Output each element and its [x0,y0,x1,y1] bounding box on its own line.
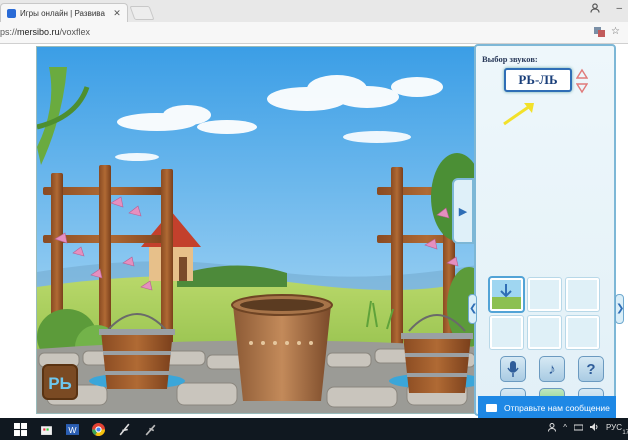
game-canvas[interactable]: РЬ [36,46,476,414]
url-prefix: ps:// [0,27,18,37]
control-panel: Выбор звуков: РЬ-ЛЬ ❮ ❯ ♪ ? [468,44,624,416]
clock[interactable]: 17 [622,430,628,436]
slot-item[interactable] [490,316,523,349]
chrome-icon[interactable] [92,422,105,436]
url-host: mersibo.ru [17,27,60,37]
chat-label: Отправьте нам сообщение [504,403,610,413]
tab-close-icon[interactable]: ✕ [111,8,123,19]
quill-icon[interactable] [144,423,157,436]
system-tray: ^ РУС [548,423,622,434]
sound-selector[interactable]: РЬ-ЛЬ [504,68,572,92]
stepper-down-icon[interactable] [575,83,589,94]
windows-start-icon[interactable] [14,422,27,436]
window-controls: – [590,3,622,16]
slots-next-button[interactable]: ❯ [615,294,624,324]
music-note-icon[interactable]: ♪ [539,356,565,382]
sound-badge: РЬ [48,374,72,393]
taskbar: W ^ РУС 17 [0,418,628,440]
page-content: РЬ ▶ Выбор звуков: РЬ-ЛЬ ❮ ❯ ♪ ? Отправь… [0,44,628,420]
profile-icon[interactable] [590,3,601,16]
panel-toggle-button[interactable]: ▶ [452,178,474,244]
center-pot[interactable] [231,294,333,401]
slot-item[interactable] [490,278,523,311]
scene-thumbnail-icon [492,280,521,309]
chat-icon [486,404,497,412]
microphone-icon[interactable] [500,356,526,382]
tab-title: Игры онлайн | Развива [20,8,105,18]
address-bar: ps://mersibo.ru/voxflex ☆ [0,22,628,44]
slot-grid [490,278,604,349]
help-icon[interactable]: ? [578,356,604,382]
url-path: /voxflex [59,27,91,37]
slot-item[interactable] [566,278,599,311]
store-icon[interactable] [40,423,53,436]
slot-item[interactable] [528,316,561,349]
browser-tab[interactable]: Игры онлайн | Развива ✕ [0,3,128,22]
volume-icon[interactable] [589,423,599,434]
feather-icon[interactable] [118,423,131,436]
new-tab-button[interactable] [129,6,155,20]
game-scene: РЬ [37,47,475,413]
slots-prev-button[interactable]: ❮ [468,294,477,324]
pointer-arrow-icon [503,103,534,126]
bookmark-star-icon[interactable]: ☆ [611,26,620,40]
slot-item[interactable] [566,316,599,349]
panel-label: Выбор звуков: [482,54,538,64]
tray-expand-icon[interactable]: ^ [563,423,567,434]
slot-item[interactable] [528,278,561,311]
sound-stepper[interactable] [575,68,589,94]
people-icon[interactable] [548,423,557,434]
chat-widget[interactable]: Отправьте нам сообщение [478,396,616,420]
tool-row: ♪ ? [500,356,604,382]
minimize-button[interactable]: – [616,3,622,16]
word-icon[interactable]: W [66,423,79,436]
network-icon[interactable] [573,423,584,434]
language-indicator[interactable]: РУС [606,423,622,434]
url-field[interactable]: ps://mersibo.ru/voxflex [0,27,90,37]
tab-bar: Игры онлайн | Развива ✕ – [0,0,628,22]
site-favicon-icon [7,8,16,18]
svg-text:W: W [68,424,77,434]
stepper-up-icon[interactable] [575,68,589,79]
translate-icon[interactable] [594,26,606,40]
address-bar-icons: ☆ [594,26,620,40]
